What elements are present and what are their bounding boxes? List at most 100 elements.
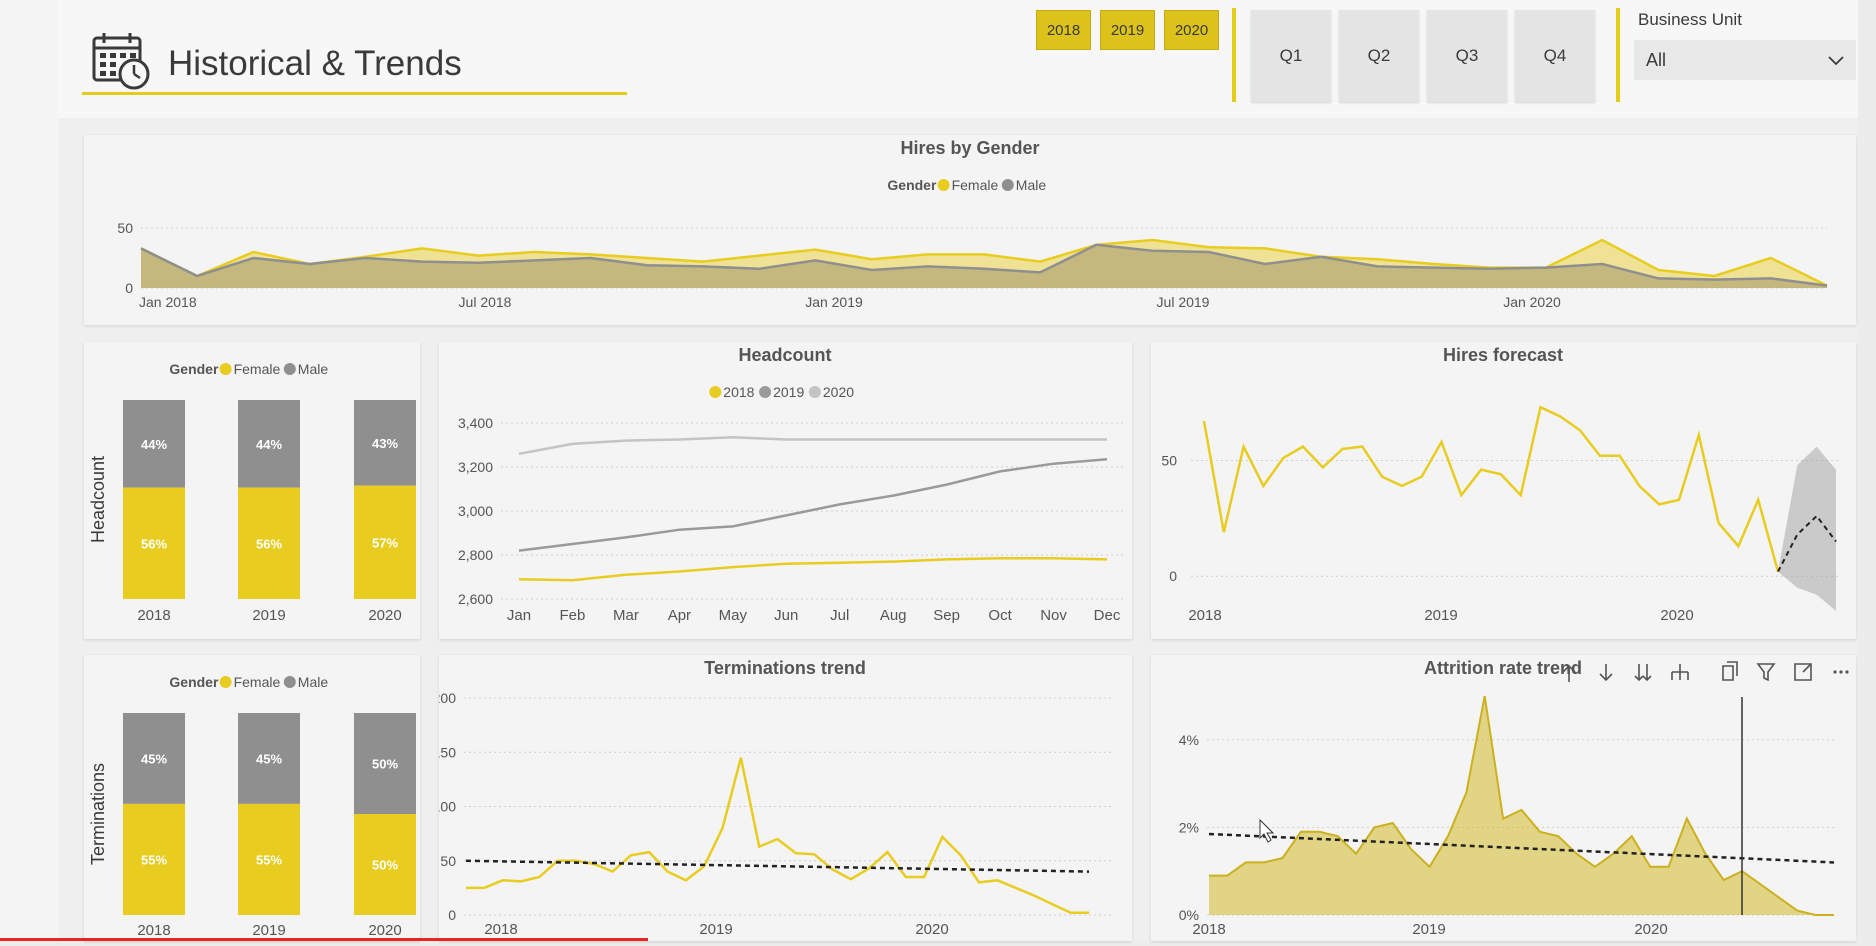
data-label: 50% xyxy=(372,757,398,772)
line-terminations xyxy=(466,757,1089,915)
data-label: 44% xyxy=(256,437,282,452)
y-tick-label: 3,200 xyxy=(458,459,493,475)
chart-title: Hires forecast xyxy=(1443,345,1563,365)
hires-by-gender-chart: Hires by Gender Gender Female Male 0 50 Jan 20… xyxy=(117,138,1828,310)
data-label: 45% xyxy=(141,751,167,766)
dot xyxy=(1845,670,1849,674)
x-tick-label: Jun xyxy=(774,607,798,624)
expand-all-icon[interactable] xyxy=(1634,664,1652,682)
data-label: 44% xyxy=(141,437,167,452)
x-tick-label: Dec xyxy=(1094,607,1121,624)
legend-marker xyxy=(1001,179,1014,191)
filter-icon[interactable] xyxy=(1756,663,1776,682)
headcount-gender-card: Gender Female Male Headcount 44% 56% 2018 44% 56… xyxy=(84,342,420,639)
mouse-cursor-icon xyxy=(1259,818,1275,843)
y-tick-label: 2,600 xyxy=(458,591,493,607)
chevron-down-icon xyxy=(1828,56,1844,66)
legend-marker xyxy=(808,386,821,398)
x-tick-label: Jan 2019 xyxy=(805,294,863,310)
legend-marker xyxy=(283,676,296,688)
divider xyxy=(1616,8,1620,102)
legend-marker xyxy=(219,676,232,688)
x-tick-label: Feb xyxy=(560,607,586,624)
y-tick-label: 2% xyxy=(1179,819,1199,835)
chart-title: Headcount xyxy=(738,345,831,365)
legend-marker xyxy=(283,363,296,375)
attrition-rate-card: Attrition rate trend 0% 2% 4% 2018 2019 2020 xyxy=(1151,655,1856,941)
legend-marker xyxy=(709,386,722,398)
x-tick-label: Aug xyxy=(880,607,907,624)
hires-forecast-chart: Hires forecast 0 50 2018 2019 2020 xyxy=(1161,345,1841,624)
year-2018-button[interactable]: 2018 xyxy=(1036,10,1091,50)
x-tick-label: Jul 2018 xyxy=(459,294,512,310)
left-margin xyxy=(0,0,58,941)
year-2019-button[interactable]: 2019 xyxy=(1100,10,1155,50)
attrition-rate-chart: Attrition rate trend0%2%4%2018 2019 2020 xyxy=(1179,658,1849,938)
x-tick-label: 2018 xyxy=(484,921,517,938)
terminations-gender-card: Gender Female Male Terminations 45% 55% 2018 45… xyxy=(84,655,420,941)
drill-hierarchy-icon[interactable] xyxy=(1671,664,1689,680)
x-tick-label: 2018 xyxy=(137,607,170,624)
data-label: 56% xyxy=(141,536,167,551)
line-2020 xyxy=(518,436,1107,456)
quarter-q2-button[interactable]: Q2 xyxy=(1339,10,1419,102)
data-label: 57% xyxy=(372,535,398,550)
x-tick-label: 2018 xyxy=(1188,607,1221,624)
drill-down-icon[interactable] xyxy=(1599,664,1613,682)
x-tick-label: Oct xyxy=(988,607,1012,624)
legend-title: Gender xyxy=(169,674,219,690)
legend-item: Male xyxy=(298,361,329,377)
y-tick-label: 4% xyxy=(1179,732,1199,748)
y-tick-label: 50 xyxy=(440,853,456,869)
divider xyxy=(1232,8,1236,102)
headcount-chart: Headcount 2018 2019 2020 2,600 2,800 3,000 3,20… xyxy=(458,345,1123,624)
area-attrition xyxy=(1209,696,1834,915)
legend-item: Male xyxy=(1016,177,1047,193)
x-tick-label: Nov xyxy=(1040,607,1067,624)
x-tick-label: Jul 2019 xyxy=(1157,294,1210,310)
business-unit-label: Business Unit xyxy=(1638,10,1742,29)
data-label: 45% xyxy=(256,751,282,766)
data-label: 50% xyxy=(372,858,398,873)
y-tick-label: 0 xyxy=(1169,568,1177,584)
y-tick-label: 2,800 xyxy=(458,547,493,563)
x-tick-label: Jan 2018 xyxy=(139,294,197,310)
data-label: 43% xyxy=(372,436,398,451)
data-label: 56% xyxy=(256,536,282,551)
quarter-q4-button[interactable]: Q4 xyxy=(1515,10,1595,102)
business-unit-value: All xyxy=(1646,49,1667,70)
quarter-q3-button[interactable]: Q3 xyxy=(1427,10,1507,102)
x-tick-label: 2019 xyxy=(699,921,732,938)
more-options-icon[interactable] xyxy=(1833,670,1849,674)
x-tick-label: Jan 2020 xyxy=(1503,294,1561,310)
x-tick-label: 2020 xyxy=(1660,607,1693,624)
terminations-trend-chart: Terminations trend 0 50 100 150 200 2018 2019 20… xyxy=(433,658,1112,938)
x-tick-label: 2020 xyxy=(368,922,401,939)
x-tick-label: 2019 xyxy=(1412,921,1445,938)
headcount-by-gender-chart: Gender Female Male Headcount 44% 56% 2018 44% 56… xyxy=(88,361,416,624)
x-tick-label: 2019 xyxy=(252,607,285,624)
y-axis-label: Headcount xyxy=(88,456,108,543)
x-tick-label: Jan xyxy=(507,607,531,624)
line-2019 xyxy=(518,458,1108,552)
focus-mode-icon[interactable] xyxy=(1794,663,1812,681)
quarter-q1-button[interactable]: Q1 xyxy=(1251,10,1331,102)
year-2020-button[interactable]: 2020 xyxy=(1164,10,1219,50)
legend-marker xyxy=(759,386,772,398)
business-unit-dropdown[interactable]: All xyxy=(1634,40,1856,80)
chart-title: Attrition rate trend xyxy=(1424,658,1582,678)
legend-item: Male xyxy=(298,674,329,690)
x-tick-label: Jul xyxy=(830,607,849,624)
y-tick-label: 0 xyxy=(448,907,456,923)
legend-title: Gender xyxy=(887,177,937,193)
x-tick-label: 2018 xyxy=(1192,921,1225,938)
x-tick-label: Sep xyxy=(933,607,960,624)
copy-icon[interactable] xyxy=(1722,661,1738,681)
x-tick-label: 2019 xyxy=(1424,607,1457,624)
line-2018 xyxy=(518,557,1108,582)
data-label: 55% xyxy=(141,852,167,867)
calendar-clock-icon xyxy=(92,33,150,90)
chart-title: Terminations trend xyxy=(704,658,866,678)
terminations-by-gender-chart: Gender Female Male Terminations 45% 55% 2018 45… xyxy=(88,674,416,939)
y-tick-label: 50 xyxy=(117,220,133,236)
